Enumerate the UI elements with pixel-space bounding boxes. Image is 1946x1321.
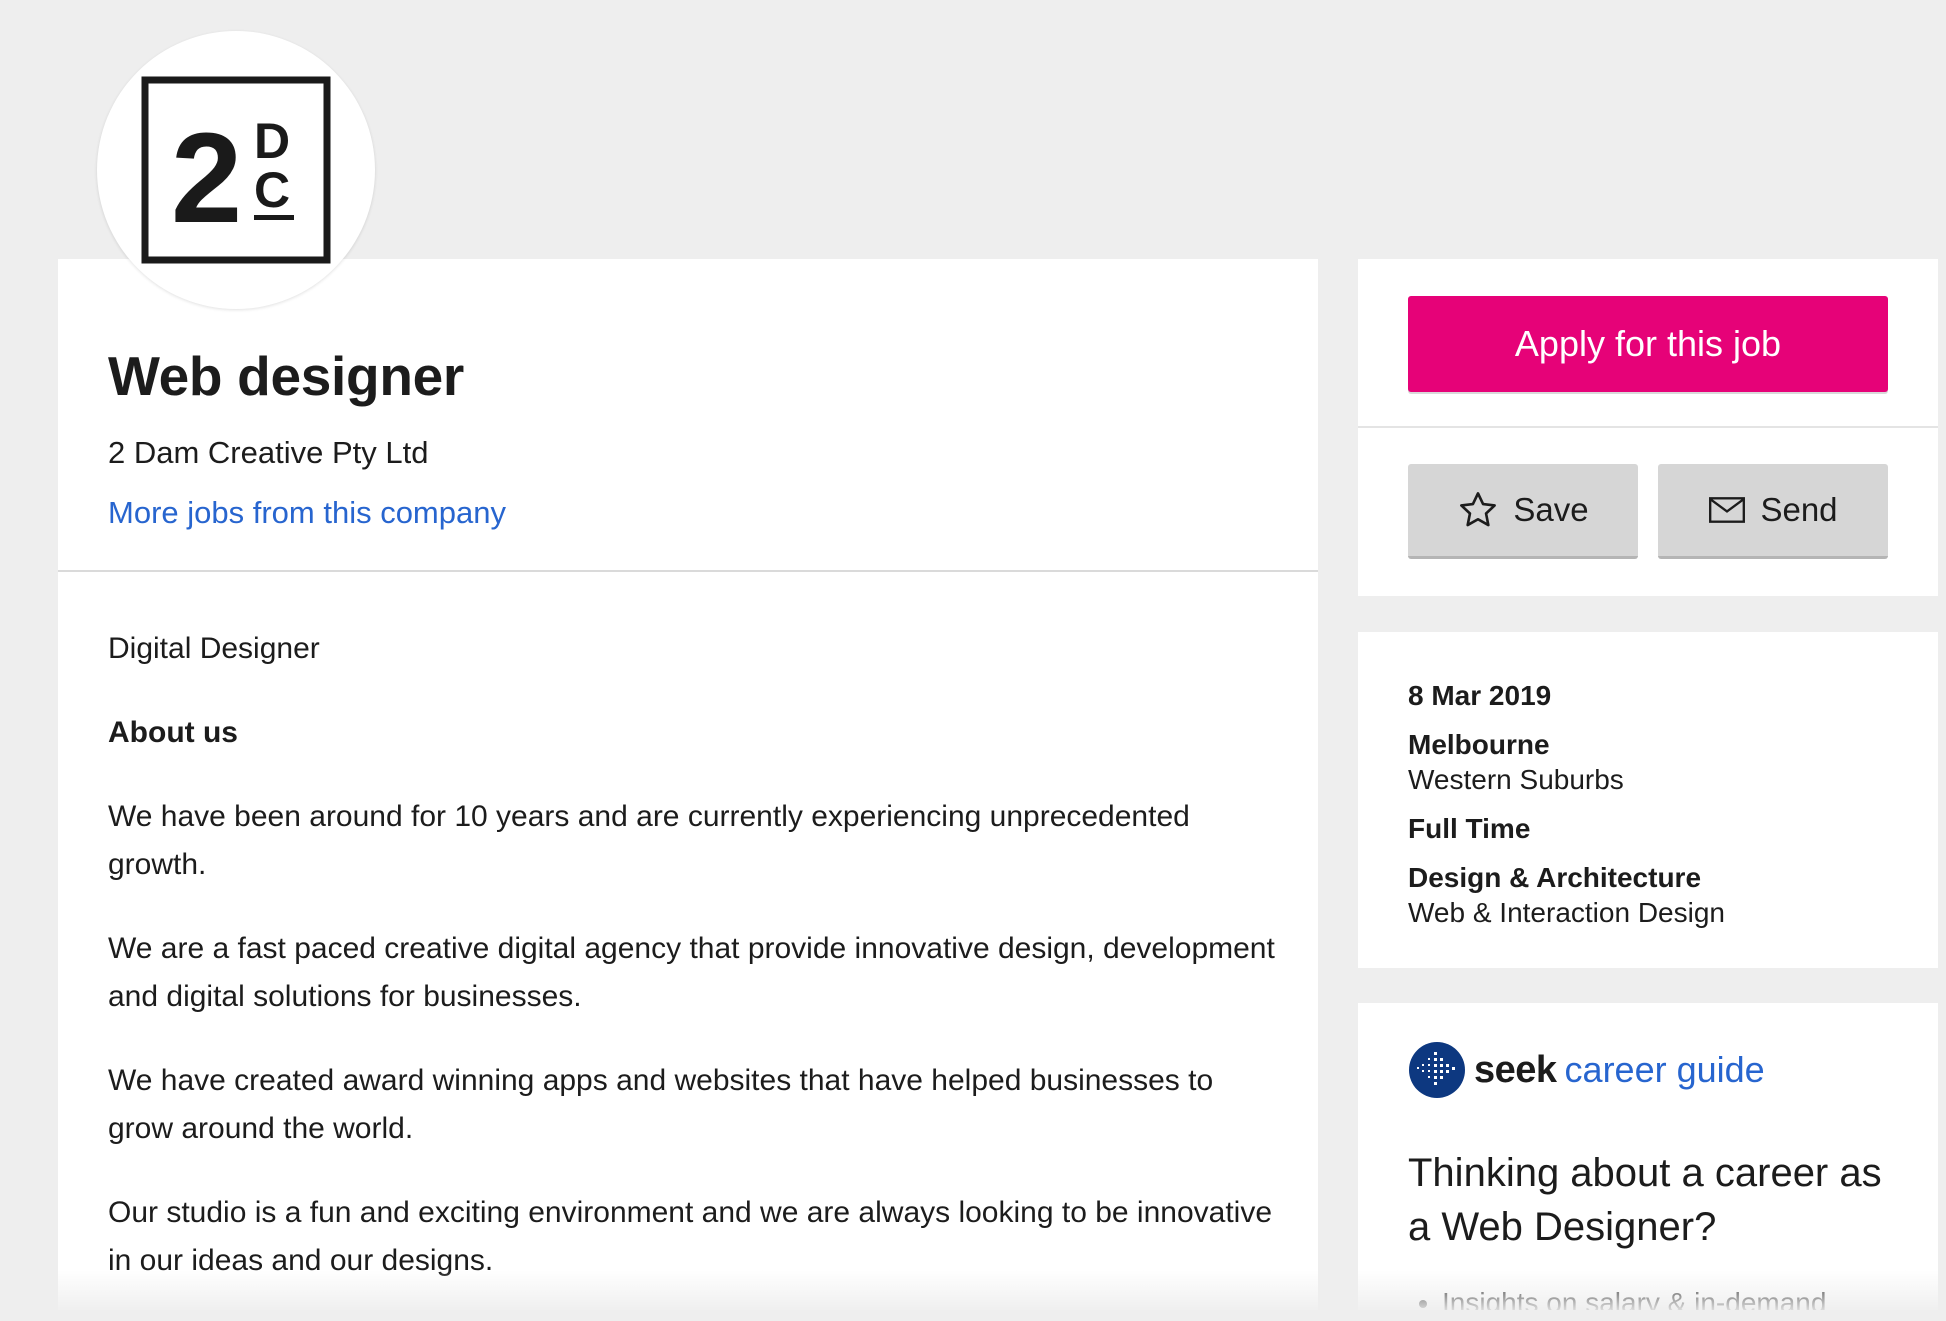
save-button[interactable]: Save [1408,464,1638,559]
description-paragraph: We have been around for 10 years and are… [108,800,1190,881]
star-icon [1460,492,1497,527]
company-name: 2 Dam Creative Pty Ltd [108,435,429,470]
career-guide-text: career guide [1564,1049,1765,1090]
seek-career-guide-logo[interactable]: seek career guide [1408,1041,1765,1099]
logo-letter-bottom: C [254,162,290,218]
apply-button[interactable]: Apply for this job [1408,296,1888,392]
job-sub-classification: Web & Interaction Design [1408,897,1725,928]
about-us-heading: About us [108,716,238,749]
send-button[interactable]: Send [1658,464,1888,559]
more-jobs-link[interactable]: More jobs from this company [108,495,506,531]
seek-logo-icon [1409,1042,1465,1098]
list-item: Insights on salary & in-demand [1442,1283,1938,1310]
work-type: Full Time [1408,813,1531,844]
career-guide-card: seek career guide Thinking about a caree… [1358,1003,1938,1310]
description-paragraph: Our studio is a fun and exciting environ… [108,1196,1273,1277]
divider [1358,426,1938,428]
job-title: Web designer [108,345,465,407]
save-label: Save [1513,491,1589,528]
job-subtitle: Digital Designer [108,632,320,665]
envelope-icon [1709,497,1746,523]
logo-number: 2 [171,107,242,250]
career-guide-heading: Thinking about a career as a Web Designe… [1408,1151,1882,1249]
company-logo-mark: 2 D C [141,76,331,264]
job-area: Western Suburbs [1408,764,1624,795]
job-info-card: 8 Mar 2019 Melbourne Western Suburbs Ful… [1358,632,1938,968]
description-paragraph: We are a fast paced creative digital age… [108,932,1275,1013]
send-label: Send [1760,491,1838,528]
job-details-card: Web designer 2 Dam Creative Pty Ltd More… [58,259,1318,1310]
job-description: Digital Designer About us We have been a… [108,625,1278,1321]
career-guide-list: Insights on salary & in-demand [1408,1283,1938,1310]
job-actions-card: Apply for this job Save Send [1358,259,1938,596]
job-classification: Design & Architecture [1408,862,1702,893]
listing-date: 8 Mar 2019 [1408,680,1552,711]
company-logo: 2 D C [97,31,375,309]
description-paragraph: We have created award winning apps and w… [108,1064,1214,1145]
seek-brand-text: seek [1474,1048,1557,1091]
job-location: Melbourne [1408,729,1550,760]
logo-letter-top: D [254,113,290,169]
